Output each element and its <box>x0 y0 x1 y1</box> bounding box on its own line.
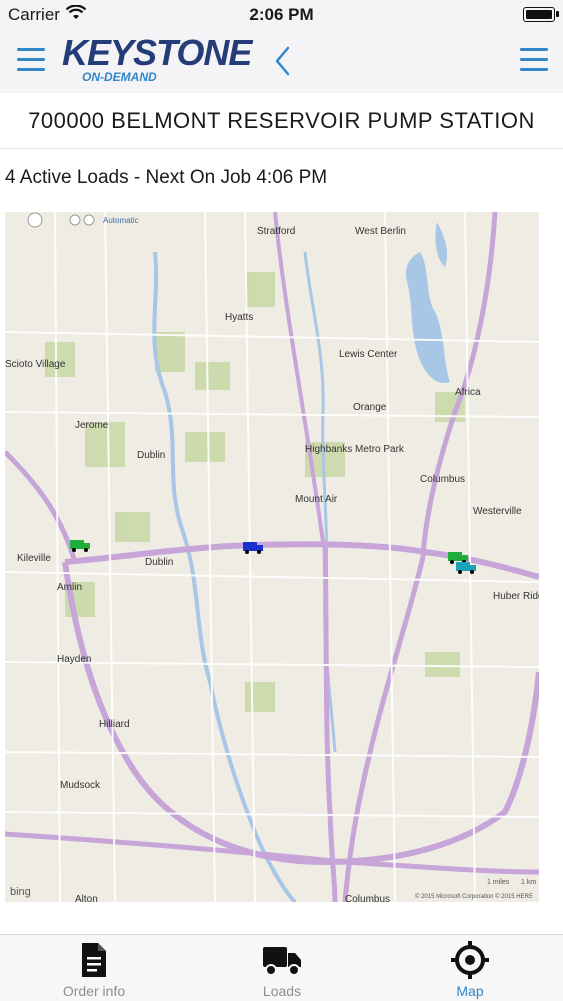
chevron-left-icon[interactable] <box>270 44 296 78</box>
nav-bar: KEYSTONE ON-DEMAND <box>0 28 563 93</box>
truck-marker[interactable] <box>456 562 476 574</box>
truck-marker[interactable] <box>70 540 90 552</box>
map-label: Hayden <box>57 654 91 665</box>
map-label: Kileville <box>17 553 51 564</box>
map-label: Huber Ridge <box>493 591 539 602</box>
tab-order-info[interactable]: Order info <box>0 935 188 1001</box>
map-label: Dublin <box>137 450 165 461</box>
map-controls[interactable]: Automatic <box>27 212 139 228</box>
map-label: Alton <box>75 894 98 902</box>
map-label: Columbus <box>345 894 390 902</box>
active-loads-summary: 4 Active Loads - Next On Job 4:06 PM <box>5 167 328 188</box>
tab-bar: Order info Loads Map <box>0 934 563 1001</box>
title-band: 700000 BELMONT RESERVOIR PUMP STATION <box>0 93 563 149</box>
scale-km: 1 km <box>521 879 536 886</box>
tab-label: Loads <box>262 983 302 999</box>
map-label: Columbus <box>420 474 465 485</box>
tab-label: Order info <box>62 983 126 999</box>
map-view[interactable]: Stratford West Berlin Hyatts Lewis Cente… <box>5 212 539 902</box>
page-title: 700000 BELMONT RESERVOIR PUMP STATION <box>28 108 535 133</box>
map-label: Africa <box>455 387 481 398</box>
logo-subtitle: ON-DEMAND <box>82 70 157 84</box>
bing-logo: bing <box>10 886 31 898</box>
status-time: 2:06 PM <box>249 5 314 24</box>
map-label: Scioto Village <box>5 359 66 370</box>
menu-icon[interactable] <box>520 48 548 72</box>
logo-title: KEYSTONE <box>62 32 252 73</box>
tab-loads[interactable]: Loads <box>188 935 376 1001</box>
map-label: Dublin <box>145 557 173 568</box>
map-mode-selector[interactable]: Automatic <box>103 216 139 225</box>
map-label: Hyatts <box>225 312 253 323</box>
scale-miles: 1 miles <box>487 879 510 886</box>
map-label: Lewis Center <box>339 349 398 360</box>
status-bar: Carrier 2:06 PM <box>0 0 563 28</box>
map-label: Mudsock <box>60 780 101 791</box>
battery-icon <box>523 7 559 22</box>
map-label: Highbanks Metro Park <box>305 444 405 455</box>
map-label: Mount Air <box>295 494 338 505</box>
target-icon <box>450 941 490 979</box>
map-label: West Berlin <box>355 226 406 237</box>
map-label: Orange <box>353 402 387 413</box>
map-copyright: © 2015 Microsoft Corporation © 2015 HERE <box>415 893 533 900</box>
tab-map[interactable]: Map <box>376 935 563 1001</box>
map-label: Westerville <box>473 506 522 517</box>
map-label: Amlin <box>57 582 82 593</box>
truck-icon <box>262 941 302 979</box>
map-label: Stratford <box>257 226 295 237</box>
map-label: Jerome <box>75 420 109 431</box>
tab-label: Map <box>456 983 484 999</box>
menu-icon[interactable] <box>17 48 45 72</box>
map-canvas: Stratford West Berlin Hyatts Lewis Cente… <box>5 212 539 902</box>
document-icon <box>74 941 114 979</box>
map-label: Hilliard <box>99 719 130 730</box>
